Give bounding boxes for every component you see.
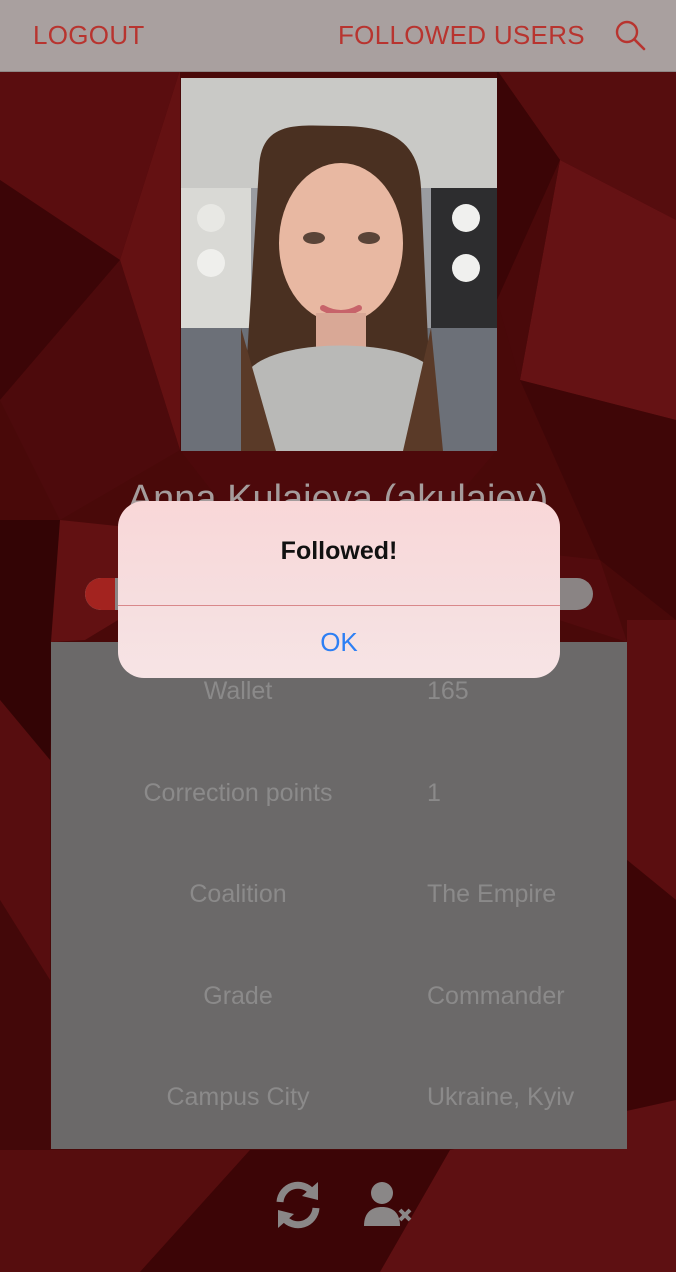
info-value: 1 — [427, 779, 441, 807]
info-value: 165 — [427, 677, 469, 705]
info-key: Campus City — [166, 1083, 310, 1111]
info-key: Coalition — [189, 880, 287, 908]
info-key: Grade — [203, 982, 273, 1010]
alert-title: Followed! — [280, 537, 398, 565]
logout-button[interactable]: LOGOUT — [33, 20, 145, 51]
unfollow-user-icon[interactable] — [362, 1180, 414, 1235]
info-row-wallet: Wallet 165 — [51, 677, 627, 717]
nav-bar: LOGOUT FOLLOWED USERS — [0, 0, 676, 72]
info-value: The Empire — [427, 880, 557, 908]
followed-alert-dialog: Followed! OK — [118, 501, 560, 678]
user-info-table: Wallet 165 Correction points 1 Coalition… — [51, 642, 627, 1149]
info-key: Correction points — [143, 779, 333, 807]
info-row-correction-points: Correction points 1 — [51, 779, 627, 819]
search-icon[interactable] — [612, 18, 648, 54]
info-value: Commander — [427, 982, 565, 1010]
info-value: Ukraine, Kyiv — [427, 1083, 575, 1111]
alert-ok-button[interactable]: OK — [118, 606, 560, 678]
info-key: Wallet — [203, 677, 273, 705]
followed-users-button[interactable]: FOLLOWED USERS — [338, 20, 585, 51]
level-progress-fill — [85, 578, 116, 610]
info-row-coalition: Coalition The Empire — [51, 880, 627, 920]
profile-photo — [181, 78, 497, 451]
info-row-campus-city: Campus City Ukraine, Kyiv — [51, 1083, 627, 1123]
info-row-grade: Grade Commander — [51, 982, 627, 1022]
refresh-icon[interactable] — [272, 1180, 324, 1235]
